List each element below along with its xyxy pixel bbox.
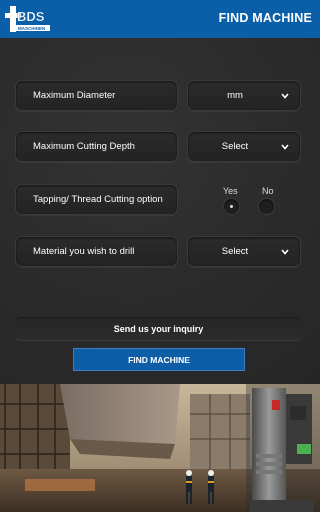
maximum-diameter-value: mm bbox=[227, 90, 243, 101]
chevron-down-icon bbox=[278, 89, 292, 103]
page-title: FIND MACHINE bbox=[218, 11, 312, 25]
app-header: BDS MASCHINEN FIND MACHINE bbox=[0, 0, 320, 38]
bds-logo[interactable]: BDS MASCHINEN bbox=[4, 4, 52, 34]
material-value: Select bbox=[221, 246, 249, 257]
maximum-cutting-depth-select[interactable]: Select bbox=[187, 131, 301, 162]
maximum-cutting-depth-value: Select bbox=[221, 141, 249, 152]
tapping-no-label: No bbox=[262, 186, 274, 196]
find-machine-button[interactable]: FIND MACHINE bbox=[73, 348, 245, 371]
tapping-yes-radio[interactable] bbox=[223, 198, 240, 215]
tapping-option-label: Tapping/ Thread Cutting option bbox=[15, 184, 178, 215]
maximum-diameter-label: Maximum Diameter bbox=[15, 80, 178, 111]
svg-text:MASCHINEN: MASCHINEN bbox=[18, 26, 45, 31]
send-inquiry-link[interactable]: Send us your inquiry bbox=[15, 317, 302, 341]
tapping-no-radio[interactable] bbox=[258, 198, 275, 215]
material-select[interactable]: Select bbox=[187, 236, 301, 267]
svg-text:BDS: BDS bbox=[17, 9, 45, 24]
material-label: Material you wish to drill bbox=[15, 236, 178, 267]
shipyard-banner-image bbox=[0, 384, 320, 512]
chevron-down-icon bbox=[278, 245, 292, 259]
maximum-diameter-select[interactable]: mm bbox=[187, 80, 301, 111]
maximum-cutting-depth-label: Maximum Cutting Depth bbox=[15, 131, 178, 162]
tapping-yes-label: Yes bbox=[223, 186, 238, 196]
form-area: Maximum Diameter mm Maximum Cutting Dept… bbox=[0, 38, 320, 384]
chevron-down-icon bbox=[278, 140, 292, 154]
